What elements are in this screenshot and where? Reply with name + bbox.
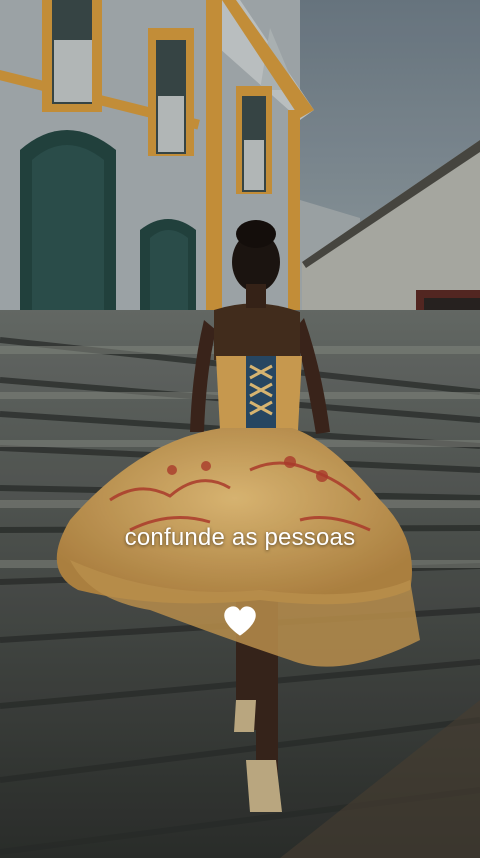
story-frame: confunde as pessoas [0, 0, 480, 858]
background-photo [0, 0, 480, 858]
white-heart-icon [224, 606, 256, 636]
caption-text: confunde as pessoas [124, 524, 356, 551]
